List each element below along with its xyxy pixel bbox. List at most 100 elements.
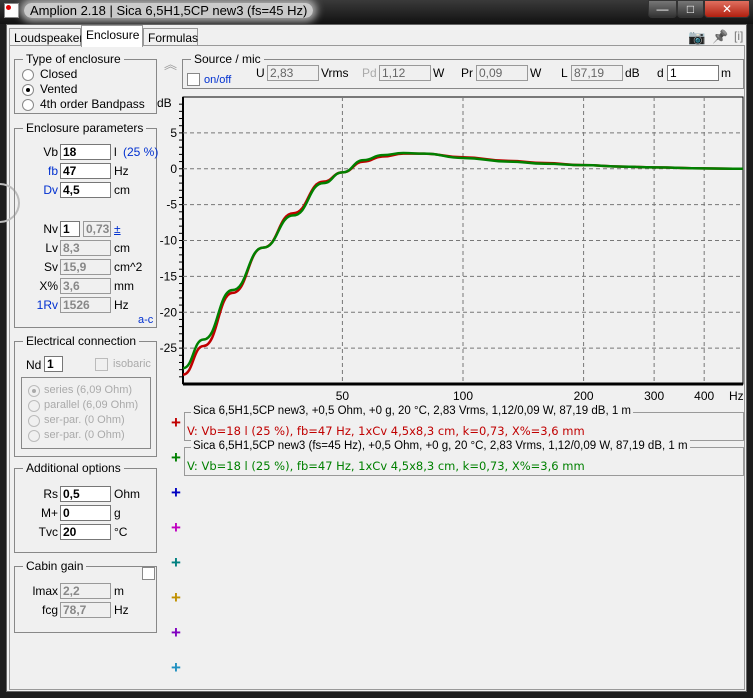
x-tick-label: 300	[644, 389, 664, 403]
tab-formulas[interactable]: Formulas	[143, 28, 198, 46]
parallel-label: parallel (6,09 Ohm)	[44, 399, 139, 411]
lv-label: Lv	[45, 241, 58, 255]
group-title: Cabin gain	[26, 559, 84, 573]
isobaric-label: isobaric	[113, 358, 151, 370]
group-title: Source / mic	[194, 52, 261, 66]
camera-icon[interactable]: 📷	[688, 29, 705, 46]
nv-input[interactable]: 1	[60, 221, 80, 237]
nd-label: Nd	[26, 358, 42, 372]
group-title: Additional options	[26, 461, 121, 475]
enclosure-panel: Type of enclosure Closed Vented 4th orde…	[0, 45, 746, 690]
fb-label[interactable]: fb	[24, 164, 58, 178]
lmax-label: lmax	[32, 584, 58, 598]
onoff-checkbox[interactable]	[187, 73, 200, 86]
add-curve-button[interactable]: +	[171, 414, 181, 431]
nd-input[interactable]: 1	[44, 356, 63, 372]
frequency-response-chart[interactable]: 50-5-10-15-20-25dB50 100 200 300 400 Hz	[150, 90, 746, 408]
add-curve-button[interactable]: +	[171, 554, 181, 571]
pd-unit: W	[433, 66, 445, 80]
radio-ser-par-1	[28, 415, 40, 427]
fb-input[interactable]: 47	[60, 163, 111, 179]
dv-unit: cm	[114, 183, 130, 197]
x-axis-label: Hz	[729, 389, 744, 403]
xp-unit: mm	[114, 279, 134, 293]
radio-vented[interactable]	[22, 84, 34, 96]
legend-entry-2[interactable]: Sica 6,5H1,5CP new3 (fs=45 Hz), +0,5 Ohm…	[184, 440, 744, 476]
x-tick-label: 50	[336, 389, 350, 403]
legend-description: V: Vb=18 l (25 %), fb=47 Hz, 1xCv 4,5x8,…	[187, 459, 585, 473]
lv-input: 8,3	[60, 240, 111, 256]
lmax-input: 2,2	[60, 583, 111, 599]
add-curve-button[interactable]: +	[171, 484, 181, 501]
group-title: Electrical connection	[26, 334, 137, 348]
legend-entry-1[interactable]: Sica 6,5H1,5CP new3, +0,5 Ohm, +0 g, 20 …	[184, 405, 744, 441]
x-tick-label: 200	[574, 389, 594, 403]
add-curve-button[interactable]: +	[171, 589, 181, 606]
radio-closed[interactable]	[22, 69, 34, 81]
add-curve-button[interactable]: +	[171, 624, 181, 641]
onoff-label: on/off	[204, 74, 232, 86]
u-label: U	[256, 66, 265, 80]
client-area: Loudspeaker Enclosure Formulas 📷 📌 [i] T…	[0, 24, 747, 692]
ser-par-1-label: ser-par. (0 Ohm)	[44, 414, 125, 426]
rv-unit: Hz	[114, 298, 129, 312]
pr-input: 0,09	[476, 65, 528, 81]
sv-input: 15,9	[60, 259, 111, 275]
x-tick-label: 400	[694, 389, 714, 403]
radio-ser-par-2	[28, 430, 40, 442]
m-input[interactable]: 0	[60, 505, 111, 521]
l-input: 87,19	[571, 65, 623, 81]
k-input: 0,73	[83, 221, 111, 237]
fcg-label: fcg	[41, 603, 58, 617]
fb-unit: Hz	[114, 164, 129, 178]
tvc-input[interactable]: 20	[60, 524, 111, 540]
add-curve-button[interactable]: +	[171, 449, 181, 466]
fcg-input: 78,7	[60, 602, 111, 618]
radio-bandpass[interactable]	[22, 99, 34, 111]
vb-unit: l	[114, 145, 117, 159]
nv-label: Nv	[43, 222, 58, 236]
add-curve-button[interactable]: +	[171, 519, 181, 536]
plus-minus-button[interactable]: ±	[114, 222, 121, 236]
lmax-unit: m	[114, 584, 124, 598]
maximize-button[interactable]: □	[677, 0, 704, 18]
info-icon[interactable]: [i]	[734, 29, 743, 43]
radio-bandpass-label: 4th order Bandpass	[40, 97, 145, 111]
rs-unit: Ohm	[114, 487, 141, 501]
title-bar: Amplion 2.18 | Sica 6,5H1,5CP new3 (fs=4…	[0, 0, 753, 24]
y-tick-label: -10	[160, 234, 178, 248]
cabin-gain-checkbox[interactable]	[142, 567, 155, 580]
radio-parallel	[28, 400, 40, 412]
d-input[interactable]: 1	[667, 65, 719, 81]
legend-title: Sica 6,5H1,5CP new3, +0,5 Ohm, +0 g, 20 …	[191, 405, 634, 417]
xp-label: X%	[39, 279, 58, 293]
pr-label: Pr	[461, 66, 473, 80]
tab-enclosure[interactable]: Enclosure	[81, 25, 143, 47]
window-title: Amplion 2.18 | Sica 6,5H1,5CP new3 (fs=4…	[24, 3, 314, 18]
rs-input[interactable]: 0,5	[60, 486, 111, 502]
u-input[interactable]: 2,83	[267, 65, 319, 81]
series-label: series (6,09 Ohm)	[44, 384, 133, 396]
rv-label[interactable]: 1Rv	[24, 298, 58, 312]
dv-label[interactable]: Dv	[24, 183, 58, 197]
y-tick-label: 0	[170, 162, 177, 176]
close-button[interactable]: ✕	[704, 0, 750, 18]
m-label: M+	[40, 506, 58, 520]
isobaric-checkbox[interactable]	[95, 358, 108, 371]
radio-vented-label: Vented	[40, 82, 78, 96]
collapse-icon[interactable]: ︽	[164, 54, 177, 73]
pin-icon[interactable]: 📌	[712, 29, 728, 45]
group-title: Enclosure parameters	[26, 121, 144, 135]
lv-unit: cm	[114, 241, 130, 255]
u-unit: Vrms	[321, 66, 349, 80]
dv-input[interactable]: 4,5	[60, 182, 111, 198]
pd-input: 1,12	[379, 65, 431, 81]
tab-loudspeaker[interactable]: Loudspeaker	[9, 28, 83, 46]
vb-input[interactable]: 18	[60, 144, 111, 160]
radio-closed-label: Closed	[40, 67, 78, 81]
add-curve-button[interactable]: +	[171, 659, 181, 676]
vb-label: Vb	[43, 145, 58, 159]
pd-label: Pd	[362, 66, 377, 80]
d-label: d	[657, 66, 664, 80]
minimize-button[interactable]: —	[648, 0, 677, 18]
